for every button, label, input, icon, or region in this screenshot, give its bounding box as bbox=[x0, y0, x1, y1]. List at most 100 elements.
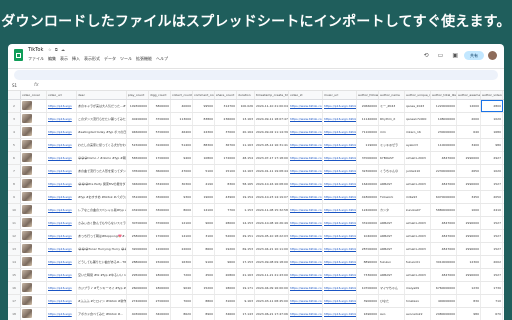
video-thumbnail-cell[interactable] bbox=[21, 165, 47, 177]
table-cell[interactable]: avocado22 bbox=[405, 308, 431, 320]
table-cell[interactable]: 9.163 bbox=[237, 295, 255, 307]
row-number[interactable]: 5 bbox=[8, 139, 21, 151]
table-cell[interactable]: 34600 bbox=[215, 308, 237, 320]
video-thumbnail-cell[interactable] bbox=[21, 256, 47, 268]
menu-item[interactable]: 表示 bbox=[60, 56, 68, 62]
table-cell[interactable]: 9100 bbox=[193, 256, 215, 268]
table-cell[interactable]: 4847000 bbox=[431, 178, 457, 190]
table-cell[interactable]: 15100 bbox=[215, 165, 237, 177]
table-cell[interactable]: https://www.tiktok.com/@… bbox=[289, 269, 323, 281]
table-cell[interactable]: 16400000 bbox=[357, 178, 379, 190]
table-cell[interactable]: 41800000 bbox=[357, 191, 379, 203]
table-cell[interactable]: 4847000 bbox=[431, 230, 457, 242]
table-cell[interactable]: #fyp #おすすめ #tiktok #バズりたい bbox=[77, 191, 127, 203]
table-cell[interactable]: 7200 bbox=[171, 269, 193, 281]
table-cell[interactable]: 8000 bbox=[171, 204, 193, 216]
table-cell[interactable]: 2024-04-09 16:00:00 bbox=[255, 282, 289, 294]
table-cell[interactable]: ARBAST bbox=[379, 217, 405, 229]
table-cell[interactable]: 21.163 bbox=[237, 269, 255, 281]
table-cell[interactable]: 3450 bbox=[457, 191, 481, 203]
table-cell[interactable]: 58.165 bbox=[237, 178, 255, 190]
table-cell[interactable]: 3300000 bbox=[149, 204, 171, 216]
column-header[interactable]: author_unique_id bbox=[405, 91, 431, 99]
column-header[interactable]: video_url bbox=[47, 91, 77, 99]
column-header[interactable]: play_count bbox=[127, 91, 149, 99]
menu-item[interactable]: データ bbox=[104, 56, 116, 62]
table-cell[interactable]: https://p16-sign bbox=[47, 217, 77, 229]
table-cell[interactable]: 52000 bbox=[215, 230, 237, 242]
table-cell[interactable]: https://p16-sign bbox=[47, 256, 77, 268]
table-cell[interactable]: 30700000 bbox=[127, 217, 149, 229]
table-cell[interactable]: あっち行って朝は#Roppongi💖#… bbox=[77, 230, 127, 242]
table-cell[interactable]: https://p16-sign.tiktok… bbox=[323, 308, 357, 320]
table-cell[interactable]: 5700000 bbox=[149, 126, 171, 138]
table-cell[interactable]: https://p16-sign.tiktok… bbox=[323, 178, 357, 190]
table-cell[interactable]: 8600 bbox=[193, 243, 215, 255]
column-header[interactable]: timestamp_create_time bbox=[255, 91, 289, 99]
table-cell[interactable]: juntai110 bbox=[405, 165, 431, 177]
table-cell[interactable]: 1700000 bbox=[149, 230, 171, 242]
table-cell[interactable]: aimail1-2003 bbox=[405, 230, 431, 242]
table-cell[interactable]: 314700 bbox=[215, 100, 237, 112]
table-cell[interactable]: 2023-05-12 16:31:41 bbox=[255, 139, 289, 151]
table-cell[interactable]: 6970000000 bbox=[431, 191, 457, 203]
table-cell[interactable]: https://www.tiktok.com/@… bbox=[289, 152, 323, 164]
table-cell[interactable]: 2024-10-08 16:26:49 bbox=[255, 217, 289, 229]
table-cell[interactable]: https://p16-sign bbox=[47, 269, 77, 281]
table-cell[interactable]: 3700000 bbox=[149, 113, 171, 125]
table-cell[interactable]: 20660000 bbox=[357, 100, 379, 112]
table-cell[interactable]: 12.163 bbox=[237, 165, 255, 177]
table-cell[interactable]: https://www.tiktok.com/@… bbox=[289, 100, 323, 112]
table-cell[interactable]: #eatingdad today #fyp ボスの日常 #tiktok #… bbox=[77, 126, 127, 138]
table-cell[interactable]: https://p16-sign bbox=[47, 295, 77, 307]
sheets-logo-icon[interactable] bbox=[14, 49, 23, 61]
table-cell[interactable]: 3100000 bbox=[149, 139, 171, 151]
table-cell[interactable]: https://www.tiktok.com/@… bbox=[289, 217, 323, 229]
table-cell[interactable]: 9400 bbox=[171, 152, 193, 164]
row-number[interactable]: 15 bbox=[8, 269, 21, 281]
table-cell[interactable]: 99500 bbox=[193, 100, 215, 112]
table-cell[interactable]: 12400000 bbox=[357, 204, 379, 216]
table-cell[interactable]: aimail1-2003 bbox=[405, 178, 431, 190]
star-move-cloud-icons[interactable]: ☆ ⧉ ☁ bbox=[48, 47, 66, 52]
table-cell[interactable]: 19.154 bbox=[237, 191, 255, 203]
column-header[interactable]: author_total_likes bbox=[431, 91, 457, 99]
table-cell[interactable]: mlbs93 bbox=[405, 191, 431, 203]
video-thumbnail-cell[interactable] bbox=[21, 152, 47, 164]
table-cell[interactable]: https://p16-sign.tiktok… bbox=[323, 113, 357, 125]
table-cell[interactable]: 46400 bbox=[171, 126, 193, 138]
table-cell[interactable]: 830 bbox=[457, 295, 481, 307]
table-cell[interactable]: 1700000 bbox=[149, 152, 171, 164]
column-header[interactable]: video_id bbox=[289, 91, 323, 99]
table-cell[interactable]: 11140000 bbox=[357, 113, 379, 125]
table-cell[interactable]: 2650 bbox=[457, 165, 481, 177]
table-cell[interactable]: レアなこの曲のスペシャル版#fyp ♪ bbox=[77, 204, 127, 216]
row-number[interactable]: 4 bbox=[8, 126, 21, 138]
table-cell[interactable]: https://p16-sign.tiktok… bbox=[323, 100, 357, 112]
table-cell[interactable]: 69.153 bbox=[237, 243, 255, 255]
table-cell[interactable]: このダンス流行らせたい踊ってみた #fyp bbox=[77, 113, 127, 125]
table-cell[interactable]: https://p16-sign bbox=[47, 100, 77, 112]
table-cell[interactable]: https://www.tiktok.com/@… bbox=[289, 139, 323, 151]
table-cell[interactable]: 3400000 bbox=[149, 308, 171, 320]
table-cell[interactable]: 113000 bbox=[171, 113, 193, 125]
table-cell[interactable]: 32300000 bbox=[357, 165, 379, 177]
table-cell[interactable]: 2990000 bbox=[457, 152, 481, 164]
table-cell[interactable]: 51400 bbox=[171, 139, 193, 151]
table-cell[interactable]: 1527 bbox=[481, 178, 503, 190]
table-cell[interactable]: 8900 bbox=[193, 308, 215, 320]
column-header[interactable]: video_cover bbox=[21, 91, 47, 99]
table-cell[interactable]: https://p16-sign.tiktok… bbox=[323, 217, 357, 229]
table-cell[interactable]: 8620 bbox=[171, 308, 193, 320]
table-cell[interactable]: 40300000 bbox=[127, 308, 149, 320]
table-cell[interactable]: https://p16-sign bbox=[47, 165, 77, 177]
table-cell[interactable]: https://p16-sign.tiktok… bbox=[323, 256, 357, 268]
table-cell[interactable]: あの曲で流行った人形を使ってダンスやってみた bbox=[77, 165, 127, 177]
table-cell[interactable]: ARBAST bbox=[379, 230, 405, 242]
video-thumbnail-cell[interactable] bbox=[21, 100, 47, 112]
table-cell[interactable]: 2000 bbox=[457, 113, 481, 125]
table-cell[interactable]: 19200 bbox=[215, 243, 237, 255]
column-header[interactable]: share_count bbox=[215, 91, 237, 99]
table-cell[interactable]: 35100000 bbox=[127, 191, 149, 203]
table-cell[interactable]: 4847000 bbox=[431, 269, 457, 281]
